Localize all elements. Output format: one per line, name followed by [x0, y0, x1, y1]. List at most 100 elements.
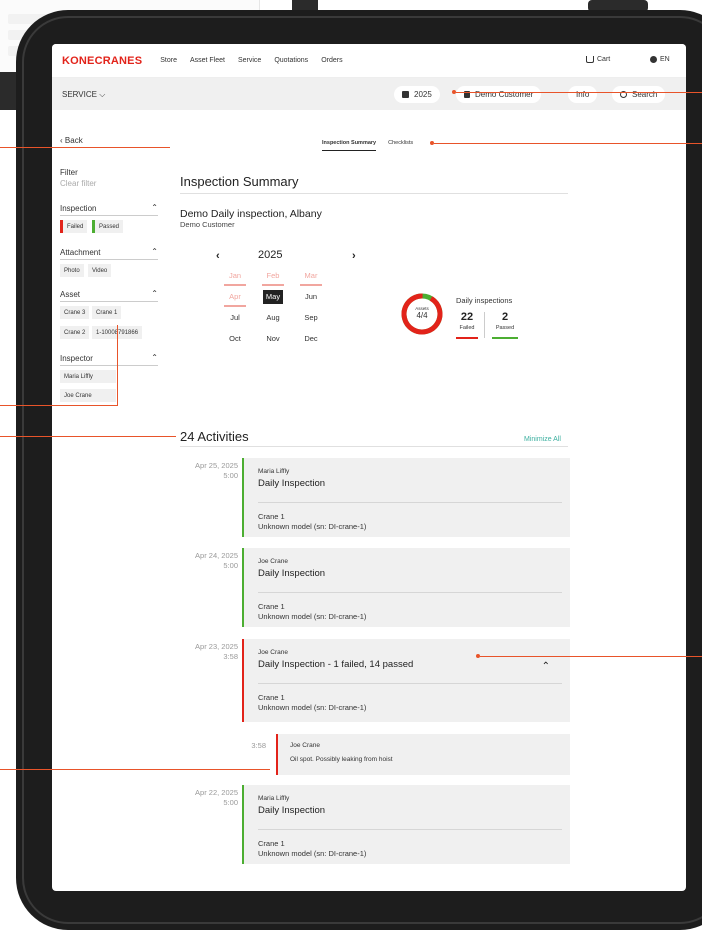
service-menu[interactable]: SERVICE ⌵	[62, 90, 105, 100]
minimize-all-link[interactable]: Minimize All	[524, 436, 561, 443]
divider	[258, 502, 562, 503]
activity-date-text: Apr 25, 2025	[195, 461, 238, 470]
chevron-up-icon: ⌃	[151, 289, 158, 298]
divider	[258, 829, 562, 830]
attachment-filter-header[interactable]: Attachment ⌃	[60, 247, 158, 260]
filter-chip-asset[interactable]: Crane 3	[60, 306, 90, 319]
activity-card[interactable]: Maria Liffly Daily Inspection Crane 1 Un…	[242, 458, 570, 537]
filter-chip-photo[interactable]: Photo	[60, 264, 84, 277]
annotation-dot	[430, 141, 434, 145]
month-may[interactable]: May	[263, 290, 283, 304]
failed-check-note[interactable]: Joe Crane Oil spot. Possibly leaking fro…	[276, 734, 570, 775]
activity-time: 5:00	[223, 561, 238, 570]
chevron-up-icon: ⌃	[151, 203, 158, 212]
activity-date-text: Apr 23, 2025	[195, 642, 238, 651]
month-feb[interactable]: Feb	[260, 269, 286, 286]
divider	[484, 312, 485, 338]
divider	[258, 683, 562, 684]
activity-model: Unknown model (sn: DI-crane-1)	[258, 849, 367, 858]
month-nov[interactable]: Nov	[260, 332, 286, 346]
chevron-up-icon: ⌃	[151, 353, 158, 362]
activity-user: Joe Crane	[258, 649, 288, 656]
month-jul[interactable]: Jul	[222, 311, 248, 325]
activity-title: Daily Inspection	[258, 805, 326, 816]
asset-filter-header[interactable]: Asset ⌃	[60, 289, 158, 302]
annotation-line	[0, 147, 170, 148]
filter-title: Filter	[60, 168, 78, 177]
failed-indicator	[456, 337, 478, 339]
annotation-line	[0, 769, 270, 770]
month-mar[interactable]: Mar	[298, 269, 324, 286]
note-time: 3:58	[251, 741, 266, 750]
tab-inspection-summary[interactable]: Inspection Summary	[322, 140, 377, 151]
activity-title: Daily Inspection	[258, 478, 326, 489]
language-label: EN	[660, 56, 670, 63]
year-selector[interactable]: 2025	[394, 86, 440, 103]
calendar-year: 2025	[258, 249, 283, 261]
filter-chip-asset[interactable]: Crane 1	[92, 306, 122, 319]
activity-user: Maria Liffly	[258, 468, 290, 475]
service-menu-label: SERVICE	[62, 90, 97, 99]
filter-chip-inspector[interactable]: Maria Liffly	[60, 370, 116, 383]
filter-chip-passed[interactable]: Passed	[92, 220, 124, 233]
filter-chip-failed[interactable]: Failed	[60, 220, 88, 233]
divider	[180, 193, 568, 194]
activity-date: Apr 24, 2025 5:00	[164, 551, 238, 571]
activity-time: 5:00	[223, 798, 238, 807]
activity-title: Daily Inspection - 1 failed, 14 passed	[258, 659, 414, 670]
clear-filter-link[interactable]: Clear filter	[60, 179, 96, 188]
nav-link-service[interactable]: Service	[238, 57, 261, 64]
globe-icon	[650, 56, 657, 63]
nav-link-orders[interactable]: Orders	[321, 57, 342, 64]
customer-selector[interactable]: Demo Customer	[456, 86, 542, 103]
chevron-left-icon[interactable]: ‹	[216, 250, 220, 262]
back-link[interactable]: ‹ Back	[60, 136, 83, 145]
language-button[interactable]: EN	[650, 56, 670, 63]
activity-card[interactable]: Maria Liffly Daily Inspection Crane 1 Un…	[242, 785, 570, 864]
search-button[interactable]: Search	[612, 86, 666, 103]
month-apr[interactable]: Apr	[222, 290, 248, 307]
month-sep[interactable]: Sep	[298, 311, 324, 325]
annotation-line	[0, 405, 118, 406]
activity-card[interactable]: Joe Crane Daily Inspection - 1 failed, 1…	[242, 639, 570, 722]
month-jun[interactable]: Jun	[298, 290, 324, 304]
year-label: 2025	[414, 90, 432, 99]
failed-label: Failed	[459, 325, 475, 331]
tab-checklists[interactable]: Checklists	[388, 140, 413, 151]
activities-heading: 24 Activities	[180, 429, 249, 444]
cart-button[interactable]: Cart	[586, 56, 610, 63]
nav-link-quotations[interactable]: Quotations	[274, 57, 308, 64]
filter-chip-inspector[interactable]: Joe Crane	[60, 389, 116, 402]
activity-crane: Crane 1	[258, 839, 285, 848]
activity-date: Apr 25, 2025 5:00	[164, 461, 238, 481]
month-oct[interactable]: Oct	[222, 332, 248, 346]
activity-card[interactable]: Joe Crane Daily Inspection Crane 1 Unkno…	[242, 548, 570, 627]
inspection-title: Demo Daily inspection, Albany	[180, 208, 322, 220]
inspection-filter-header[interactable]: Inspection ⌃	[60, 203, 158, 216]
activity-date: Apr 23, 2025 3:58	[164, 642, 238, 662]
month-dec[interactable]: Dec	[298, 332, 324, 346]
activity-user: Joe Crane	[258, 558, 288, 565]
annotation-line	[480, 656, 702, 657]
back-label: Back	[64, 136, 83, 145]
chevron-up-icon[interactable]: ⌃	[542, 661, 550, 672]
failed-count: 22	[460, 311, 474, 323]
inspection-customer: Demo Customer	[180, 220, 235, 229]
chevron-right-icon[interactable]: ›	[352, 250, 356, 262]
filter-chip-asset[interactable]: Crane 2	[60, 326, 90, 339]
chevron-left-icon: ‹	[60, 136, 63, 145]
month-jan[interactable]: Jan	[222, 269, 248, 286]
passed-label: Passed	[495, 325, 515, 331]
nav-link-store[interactable]: Store	[160, 57, 177, 64]
note-text: Oil spot. Possibly leaking from hoist	[290, 756, 393, 763]
info-button[interactable]: Info	[568, 86, 598, 103]
activity-time: 5:00	[223, 471, 238, 480]
filter-chip-video[interactable]: Video	[88, 264, 112, 277]
month-aug[interactable]: Aug	[260, 311, 286, 325]
nav-link-asset-fleet[interactable]: Asset Fleet	[190, 57, 225, 64]
konecranes-logo[interactable]: KONECRANES	[62, 55, 142, 67]
cart-icon	[586, 56, 594, 63]
inspector-filter-header[interactable]: Inspector ⌃	[60, 353, 158, 366]
annotation-dot	[476, 654, 480, 658]
activity-title: Daily Inspection	[258, 568, 326, 579]
